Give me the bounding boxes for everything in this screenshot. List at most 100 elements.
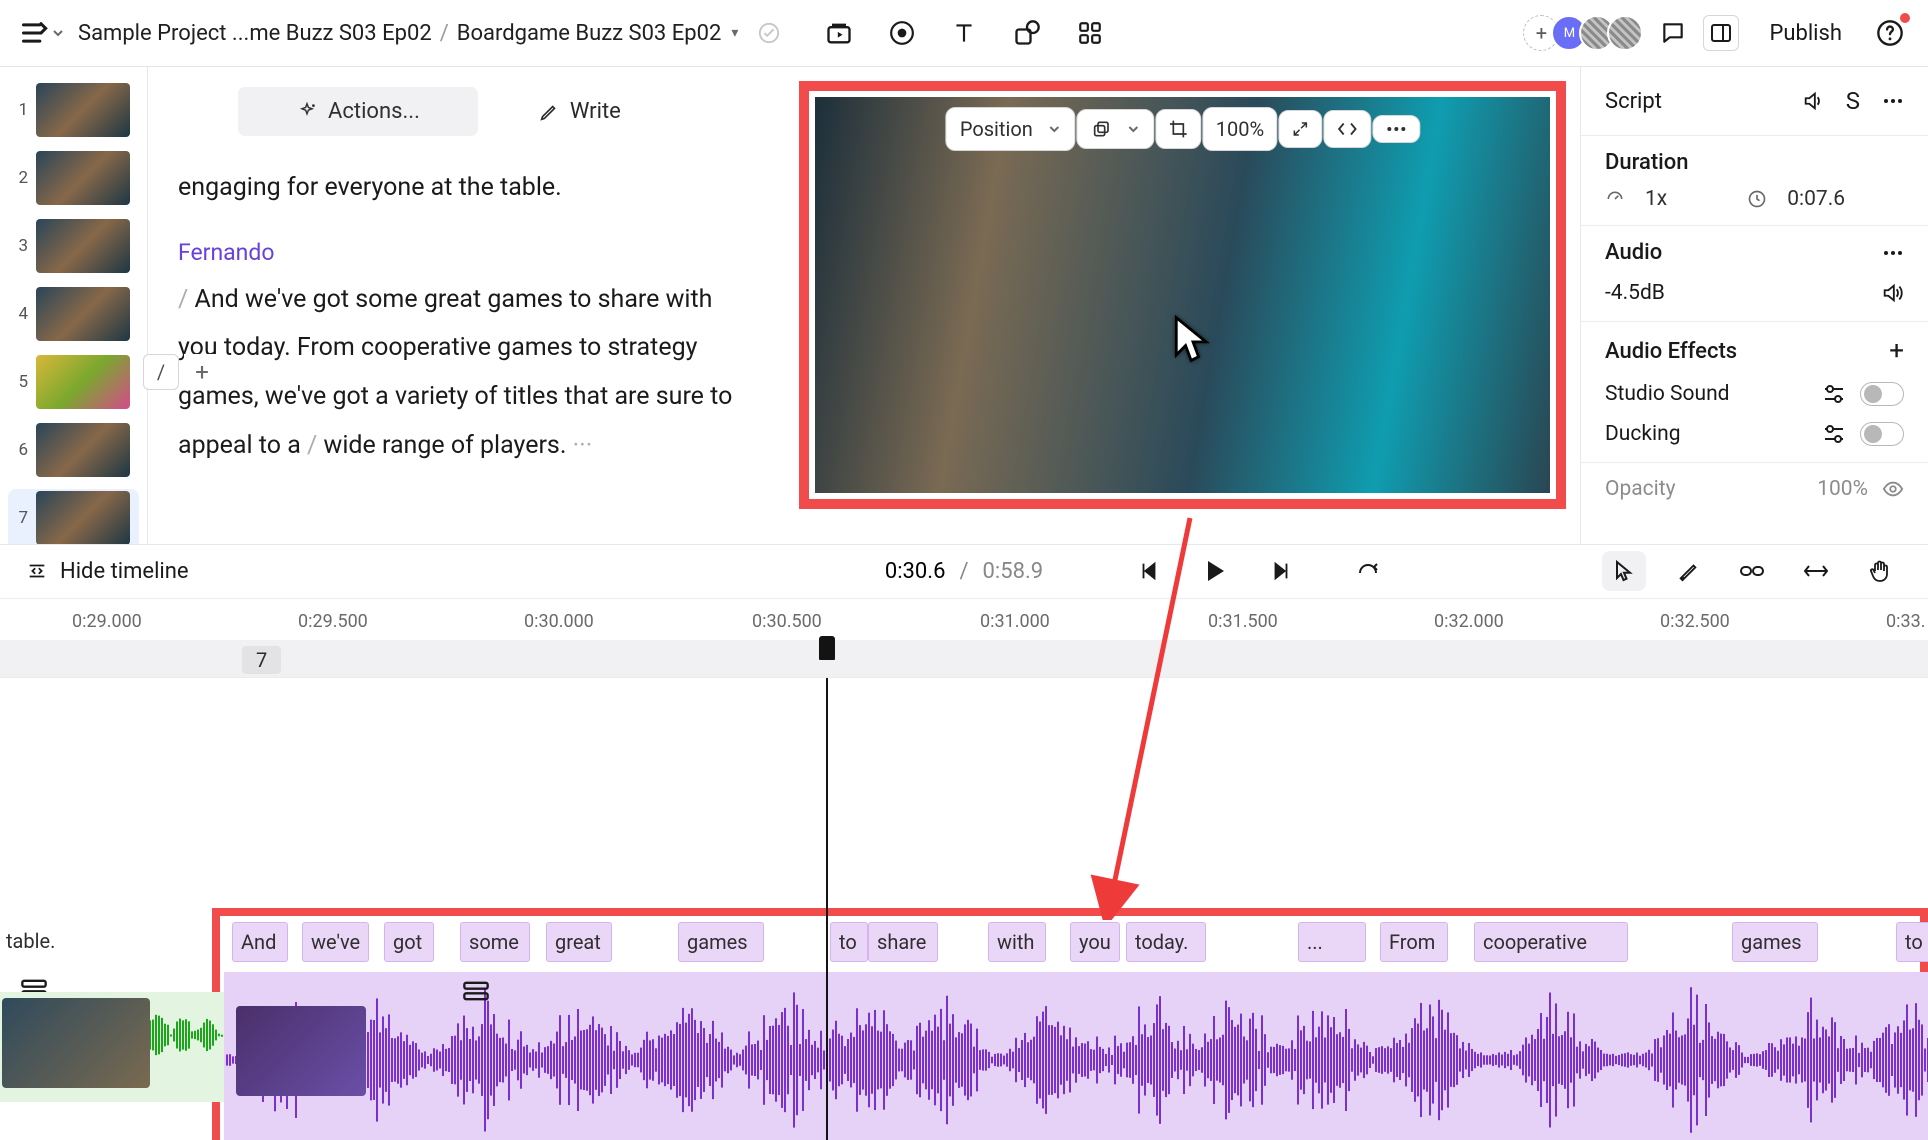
ruler-tick: 0:31.000 [980,611,1050,632]
app-menu-button[interactable] [20,19,64,47]
timeline-ruler[interactable]: 0:29.000 0:29.500 0:30.000 0:30.500 0:31… [0,598,1928,640]
stretch-tool[interactable] [1794,551,1838,591]
word-chip[interactable]: And [232,922,288,962]
transcript-prev-line[interactable]: engaging for everyone at the table. [178,164,755,213]
help-button[interactable] [1872,15,1908,51]
avatar[interactable] [1607,15,1643,51]
comments-icon[interactable] [1655,15,1691,51]
words-track[interactable]: Andwe'vegotsomegreatgamestosharewithyout… [0,922,1928,962]
word-chip[interactable]: games [1732,922,1818,962]
waveform-track[interactable] [0,972,1928,1140]
clip-chip[interactable]: 7 [242,646,281,674]
ruler-tick: 0:30.500 [752,611,822,632]
text-icon[interactable] [951,20,977,46]
eye-icon[interactable] [1882,480,1904,498]
s-icon[interactable]: S [1846,87,1860,115]
hand-tool[interactable] [1858,551,1902,591]
speed-value[interactable]: 1x [1645,187,1667,211]
preview-canvas[interactable]: Position 100% [815,97,1550,493]
duration-value[interactable]: 0:07.6 [1787,187,1845,211]
more-button[interactable] [1372,115,1420,143]
speaker-icon[interactable] [1802,90,1824,112]
logo-icon [20,19,48,47]
play-button[interactable] [1204,559,1226,583]
write-button[interactable]: Write [538,87,621,136]
skip-back-button[interactable] [1138,560,1160,582]
panel-toggle-icon[interactable] [1703,15,1739,51]
word-chip[interactable]: we've [302,922,369,962]
skip-forward-button[interactable] [1270,560,1292,582]
word-chip[interactable]: cooperative [1474,922,1628,962]
apps-icon[interactable] [1077,20,1103,46]
word-chip[interactable]: you [1070,922,1120,962]
scene-thumb[interactable]: 2 [0,149,147,217]
collaborators[interactable]: + M [1523,15,1643,51]
layers-icon [1092,119,1112,139]
word-chip[interactable]: ... [1298,922,1366,962]
scene-thumb[interactable]: 5 [0,353,147,421]
transcript-body-tail[interactable]: wide range of players. [324,431,567,460]
word-chip[interactable]: share [868,922,938,962]
word-chip[interactable]: great [546,922,612,962]
word-chip[interactable]: to [830,922,868,962]
flip-button[interactable] [1323,110,1371,148]
speaker-label[interactable]: Fernando [178,231,755,276]
word-chip[interactable]: to [1896,922,1928,962]
media-icon[interactable] [825,19,853,47]
word-chip[interactable]: games [678,922,764,962]
sliders-icon[interactable] [1822,424,1846,444]
layer-dropdown[interactable] [1077,109,1155,149]
breadcrumb-project[interactable]: Sample Project ...me Buzz S03 Ep02 [78,21,432,46]
position-dropdown[interactable]: Position [945,107,1076,151]
duration-label: Duration [1605,150,1904,175]
more-icon[interactable] [1882,97,1904,105]
scene-thumb[interactable]: 6 [0,421,147,489]
scene-thumb[interactable]: 1 [0,81,147,149]
chevron-down-icon [1049,123,1061,135]
link-tool[interactable] [1730,551,1774,591]
word-chip[interactable]: some [460,922,530,962]
timeline-tools [1602,551,1902,591]
shapes-icon[interactable] [1013,19,1041,47]
timeline[interactable]: table. Andwe'vegotsomegreatgamestosharew… [0,678,1928,1140]
select-tool[interactable] [1602,551,1646,591]
record-icon[interactable] [889,20,915,46]
word-chip[interactable]: with [988,922,1046,962]
sliders-icon[interactable] [1822,384,1846,404]
ellipsis-icon[interactable]: ··· [573,431,593,460]
playhead[interactable] [826,678,828,1140]
add-block-button[interactable]: + [184,354,220,390]
blade-tool[interactable] [1666,551,1710,591]
transcript-text[interactable]: engaging for everyone at the table. Fern… [178,164,755,471]
actions-button[interactable]: Actions... [238,87,478,136]
scene-sidebar: 1 2 3 4 5 6 7 [0,67,148,544]
scene-thumb[interactable]: 4 [0,285,147,353]
ducking-toggle[interactable] [1860,422,1904,446]
audio-value[interactable]: -4.5dB [1605,281,1665,305]
prev-clip[interactable] [0,992,224,1102]
add-effect-button[interactable]: + [1889,336,1904,366]
scene-thumb[interactable]: 3 [0,217,147,285]
track-rows-icon[interactable] [462,980,490,1002]
chevron-down-icon[interactable]: ▾ [731,25,738,41]
breadcrumb-file[interactable]: Boardgame Buzz S03 Ep02 [457,21,722,46]
crop-button[interactable] [1156,109,1202,149]
expand-button[interactable] [1278,110,1322,148]
zoom-label[interactable]: 100% [1203,107,1277,151]
slash-command-button[interactable]: / [143,354,179,390]
word-chip[interactable]: today. [1126,922,1206,962]
current-clip[interactable] [224,972,1928,1140]
more-icon[interactable] [1882,249,1904,257]
word-chip[interactable]: got [384,922,434,962]
publish-button[interactable]: Publish [1751,21,1860,46]
word-chip[interactable]: From [1380,922,1448,962]
studio-sound-toggle[interactable] [1860,382,1904,406]
scene-thumb-selected[interactable]: 7 [8,489,139,544]
opacity-value[interactable]: 100% [1817,477,1868,501]
loop-button[interactable] [1356,560,1380,582]
ducking-label: Ducking [1605,422,1681,446]
volume-icon[interactable] [1880,282,1904,304]
flip-icon [1336,120,1358,138]
ruler-tick: 0:31.500 [1208,611,1278,632]
hide-timeline-button[interactable]: Hide timeline [26,559,189,584]
